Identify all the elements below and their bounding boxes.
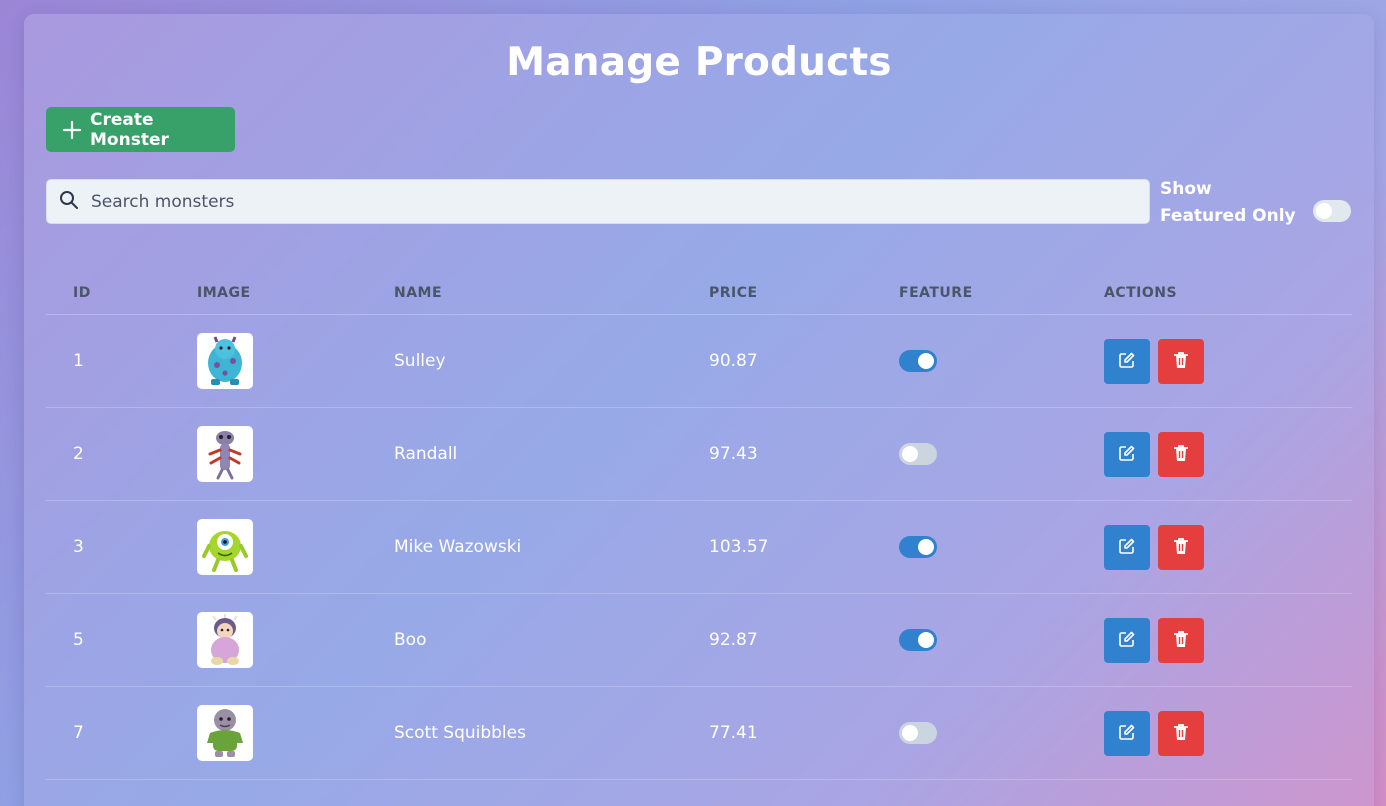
row-name: Sulley: [394, 351, 446, 371]
toggle-knob: [918, 353, 934, 369]
edit-icon: [1118, 351, 1136, 373]
row-name: Randall: [394, 444, 458, 464]
edit-icon: [1118, 537, 1136, 559]
table-row: 3 Mike Wazowski 103.57: [46, 501, 1352, 594]
table-row: 1 Sulley 90.87: [46, 315, 1352, 408]
feature-toggle[interactable]: [899, 629, 937, 651]
table-row: 5 Boo 92.87: [46, 594, 1352, 687]
plus-icon: [62, 120, 82, 140]
search-input[interactable]: [91, 191, 1111, 212]
feature-toggle[interactable]: [899, 722, 937, 744]
create-monster-label: Create Monster: [90, 109, 169, 150]
sulley-plush: [208, 336, 242, 385]
toggle-knob: [918, 539, 934, 555]
edit-icon: [1118, 723, 1136, 745]
edit-button[interactable]: [1104, 711, 1150, 756]
product-image: [197, 612, 253, 668]
feature-toggle[interactable]: [899, 350, 937, 372]
show-featured-toggle[interactable]: [1313, 200, 1351, 222]
create-monster-button[interactable]: Create Monster: [46, 107, 235, 152]
edit-button[interactable]: [1104, 339, 1150, 384]
product-image: [197, 333, 253, 389]
header-actions: ACTIONS: [1104, 285, 1178, 301]
header-feature: FEATURE: [899, 285, 973, 301]
randall-plush: [208, 431, 242, 480]
trash-icon: [1173, 630, 1189, 652]
row-name: Mike Wazowski: [394, 537, 522, 557]
trash-icon: [1173, 444, 1189, 466]
trash-icon: [1173, 723, 1189, 745]
row-price: 92.87: [709, 630, 758, 650]
page-title: Manage Products: [506, 40, 892, 85]
table-row: 7 Scott Squibbles 77.41: [46, 687, 1352, 780]
trash-icon: [1173, 351, 1189, 373]
squibbles-plush: [207, 709, 243, 757]
row-id: 2: [73, 444, 84, 464]
toggle-knob: [902, 446, 918, 462]
edit-button[interactable]: [1104, 618, 1150, 663]
delete-button[interactable]: [1158, 711, 1204, 756]
table-header: ID IMAGE NAME PRICE FEATURE ACTIONS: [46, 269, 1352, 315]
header-name: NAME: [394, 285, 443, 301]
header-price: PRICE: [709, 285, 758, 301]
trash-icon: [1173, 537, 1189, 559]
products-table: ID IMAGE NAME PRICE FEATURE ACTIONS 1 Su…: [46, 269, 1352, 780]
feature-toggle[interactable]: [899, 443, 937, 465]
mike-plush: [202, 531, 248, 572]
product-image: [197, 519, 253, 575]
row-id: 7: [73, 723, 84, 743]
delete-button[interactable]: [1158, 525, 1204, 570]
header-image: IMAGE: [197, 285, 251, 301]
row-price: 77.41: [709, 723, 758, 743]
row-id: 5: [73, 630, 84, 650]
row-price: 103.57: [709, 537, 769, 557]
toggle-knob: [918, 632, 934, 648]
product-image: [197, 426, 253, 482]
edit-icon: [1118, 444, 1136, 466]
search-box[interactable]: [46, 179, 1150, 224]
toggle-knob: [902, 725, 918, 741]
feature-toggle[interactable]: [899, 536, 937, 558]
toggle-knob: [1316, 203, 1332, 219]
products-panel: Manage Products Create Monster Show Feat…: [24, 14, 1374, 806]
delete-button[interactable]: [1158, 339, 1204, 384]
row-id: 3: [73, 537, 84, 557]
row-id: 1: [73, 351, 84, 371]
edit-icon: [1118, 630, 1136, 652]
edit-button[interactable]: [1104, 525, 1150, 570]
table-row: 2 Randall 97.43: [46, 408, 1352, 501]
edit-button[interactable]: [1104, 432, 1150, 477]
boo-plush: [211, 614, 239, 665]
delete-button[interactable]: [1158, 618, 1204, 663]
show-featured-label: Show Featured Only: [1160, 179, 1296, 226]
row-price: 97.43: [709, 444, 758, 464]
delete-button[interactable]: [1158, 432, 1204, 477]
row-name: Scott Squibbles: [394, 723, 526, 743]
search-icon: [59, 190, 79, 214]
product-image: [197, 705, 253, 761]
header-id: ID: [73, 285, 91, 301]
row-name: Boo: [394, 630, 427, 650]
row-price: 90.87: [709, 351, 758, 371]
